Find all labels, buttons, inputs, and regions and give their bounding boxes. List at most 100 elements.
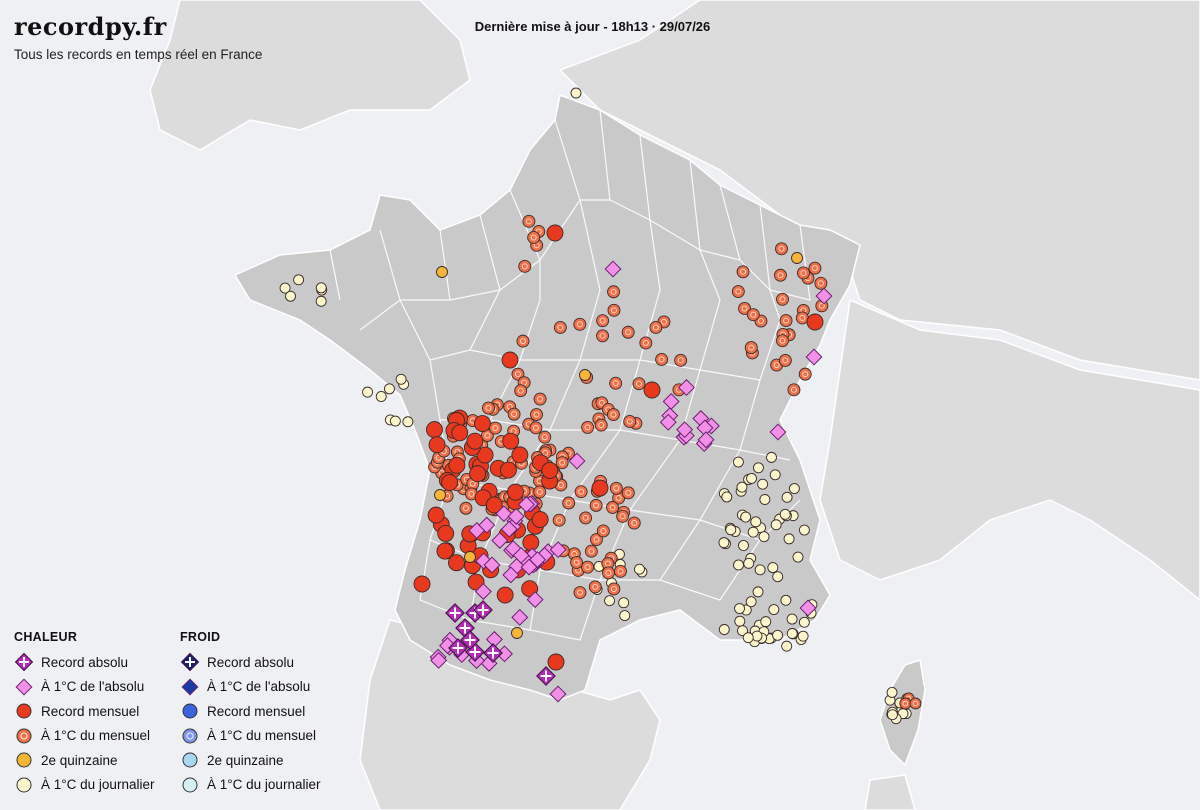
station-marker[interactable] <box>614 564 627 578</box>
station-marker[interactable] <box>747 526 759 538</box>
station-marker[interactable] <box>759 494 771 505</box>
station-marker[interactable] <box>779 314 793 328</box>
station-marker[interactable] <box>621 486 635 500</box>
station-marker[interactable] <box>718 624 730 635</box>
station-marker[interactable] <box>602 566 615 580</box>
station-marker[interactable] <box>797 630 809 642</box>
station-marker[interactable] <box>413 575 431 593</box>
station-marker[interactable] <box>591 479 609 497</box>
station-marker[interactable] <box>533 392 547 406</box>
station-marker[interactable] <box>501 351 519 369</box>
station-marker[interactable] <box>639 336 653 350</box>
station-marker[interactable] <box>772 629 784 641</box>
station-marker[interactable] <box>441 474 459 492</box>
station-marker[interactable] <box>466 432 484 450</box>
station-marker[interactable] <box>500 461 517 479</box>
station-marker[interactable] <box>618 597 630 609</box>
station-marker[interactable] <box>596 524 610 538</box>
station-marker[interactable] <box>570 87 582 99</box>
station-marker[interactable] <box>529 421 543 435</box>
station-marker[interactable] <box>395 373 407 385</box>
station-marker[interactable] <box>745 596 757 608</box>
station-marker[interactable] <box>775 334 789 348</box>
station-marker[interactable] <box>596 329 610 343</box>
station-marker[interactable] <box>533 485 547 499</box>
station-marker[interactable] <box>594 418 608 432</box>
station-marker[interactable] <box>464 551 476 563</box>
station-marker[interactable] <box>736 481 748 493</box>
station-marker[interactable] <box>649 320 663 334</box>
station-marker[interactable] <box>607 303 621 317</box>
station-marker[interactable] <box>579 511 593 525</box>
station-marker[interactable] <box>750 516 762 528</box>
station-marker[interactable] <box>437 525 455 542</box>
station-marker[interactable] <box>584 544 598 558</box>
station-marker[interactable] <box>531 511 549 528</box>
station-marker[interactable] <box>518 259 532 273</box>
station-marker[interactable] <box>779 508 791 520</box>
station-marker[interactable] <box>734 615 746 627</box>
station-marker[interactable] <box>744 341 758 355</box>
station-marker[interactable] <box>436 542 454 560</box>
station-marker[interactable] <box>778 353 792 367</box>
station-marker[interactable] <box>530 408 543 421</box>
station-marker[interactable] <box>760 616 772 628</box>
station-marker[interactable] <box>752 462 764 474</box>
station-marker[interactable] <box>581 420 595 434</box>
station-marker[interactable] <box>607 285 620 299</box>
station-marker[interactable] <box>315 295 327 307</box>
station-marker[interactable] <box>792 551 804 563</box>
station-marker[interactable] <box>623 415 637 428</box>
station-marker[interactable] <box>402 416 414 428</box>
station-marker[interactable] <box>721 491 733 503</box>
station-marker[interactable] <box>482 401 495 415</box>
station-marker[interactable] <box>596 314 610 328</box>
station-marker[interactable] <box>732 456 744 468</box>
station-marker[interactable] <box>796 266 810 280</box>
station-marker[interactable] <box>616 509 630 523</box>
station-marker[interactable] <box>734 603 745 614</box>
station-marker[interactable] <box>553 321 567 334</box>
station-marker[interactable] <box>754 564 766 576</box>
station-marker[interactable] <box>766 451 777 463</box>
station-marker[interactable] <box>767 562 779 574</box>
station-marker[interactable] <box>899 697 912 710</box>
station-marker[interactable] <box>436 266 448 278</box>
station-marker[interactable] <box>606 408 620 422</box>
station-marker[interactable] <box>570 556 584 569</box>
station-marker[interactable] <box>522 214 536 228</box>
station-marker[interactable] <box>632 377 646 391</box>
station-marker[interactable] <box>886 686 898 698</box>
station-marker[interactable] <box>574 485 588 499</box>
station-marker[interactable] <box>488 421 502 435</box>
station-marker[interactable] <box>516 334 530 348</box>
station-marker[interactable] <box>619 610 631 622</box>
station-marker[interactable] <box>780 594 792 606</box>
station-marker[interactable] <box>746 472 757 484</box>
station-marker[interactable] <box>633 563 645 575</box>
station-marker[interactable] <box>511 446 529 464</box>
station-marker[interactable] <box>621 325 635 339</box>
station-marker[interactable] <box>752 586 764 598</box>
station-marker[interactable] <box>279 282 291 294</box>
station-marker[interactable] <box>514 384 528 398</box>
station-marker[interactable] <box>511 627 523 639</box>
station-marker[interactable] <box>573 317 587 331</box>
station-marker[interactable] <box>315 282 327 294</box>
station-marker[interactable] <box>459 501 473 515</box>
station-marker[interactable] <box>733 559 744 571</box>
station-marker[interactable] <box>573 586 587 600</box>
station-marker[interactable] <box>806 313 824 331</box>
station-marker[interactable] <box>786 628 798 639</box>
station-marker[interactable] <box>770 519 782 531</box>
station-marker[interactable] <box>655 352 669 366</box>
station-marker[interactable] <box>758 531 770 543</box>
station-marker[interactable] <box>541 461 559 479</box>
station-marker[interactable] <box>725 524 737 536</box>
station-marker[interactable] <box>588 580 602 594</box>
station-marker[interactable] <box>774 268 787 282</box>
station-marker[interactable] <box>674 353 688 367</box>
station-marker[interactable] <box>546 224 564 242</box>
station-marker[interactable] <box>746 308 760 322</box>
station-marker[interactable] <box>552 513 566 527</box>
